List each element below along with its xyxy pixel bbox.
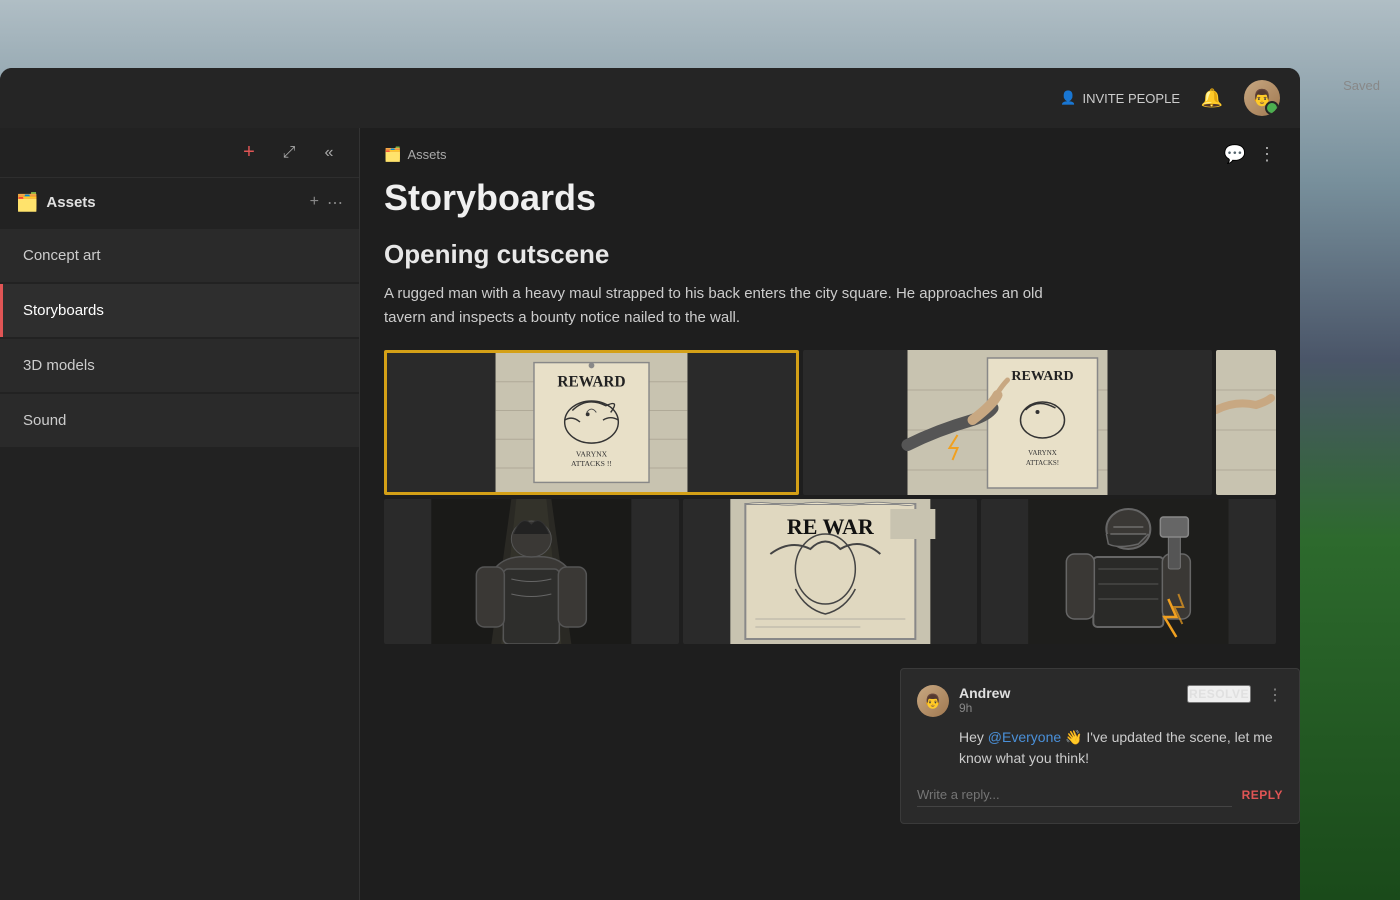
- collapse-button[interactable]: «: [315, 139, 343, 167]
- comment-author-name: Andrew: [959, 685, 1177, 701]
- app-container: 👤 INVITE PEOPLE 🔔 👨 + ⤢ « 🗂️ Assets + ⋯: [0, 68, 1300, 900]
- assets-icon: 🗂️: [16, 192, 38, 213]
- resolve-button[interactable]: RESOLVE: [1187, 685, 1251, 703]
- nav-item-label: Sound: [23, 412, 66, 429]
- svg-text:REWARD: REWARD: [557, 374, 625, 391]
- content-header: 🗂️ Assets 💬 ⋮: [360, 128, 1300, 165]
- storyboard-cell-6[interactable]: [981, 499, 1276, 644]
- nav-item-label: Storyboards: [23, 302, 104, 319]
- comment-time: 9h: [959, 701, 1177, 715]
- sidebar-item-concept-art[interactable]: Concept art: [0, 229, 359, 282]
- comment-mention[interactable]: @Everyone: [988, 729, 1061, 745]
- sidebar-toolbar: + ⤢ «: [0, 128, 359, 178]
- content-body: Storyboards Opening cutscene A rugged ma…: [360, 165, 1300, 900]
- user-avatar[interactable]: 👨: [1244, 80, 1280, 116]
- storyboard-cell-3[interactable]: [1216, 350, 1276, 495]
- sidebar-assets-title: Assets: [46, 194, 301, 211]
- sidebar-section-actions: + ⋯: [310, 193, 343, 213]
- main-content: 🗂️ Assets 💬 ⋮ Storyboards Opening cutsce…: [360, 128, 1300, 900]
- comment-meta: Andrew 9h: [959, 685, 1177, 715]
- page-title: Storyboards: [384, 177, 1276, 219]
- comment-action-button[interactable]: 💬: [1224, 144, 1246, 165]
- saved-label: Saved: [1343, 78, 1380, 93]
- nav-item-label: 3D models: [23, 357, 95, 374]
- sidebar-item-3d-models[interactable]: 3D models: [0, 339, 359, 392]
- svg-text:ATTACKS !!: ATTACKS !!: [571, 459, 612, 468]
- sidebar-item-storyboards[interactable]: Storyboards: [0, 284, 359, 337]
- app-header: 👤 INVITE PEOPLE 🔔 👨: [0, 68, 1300, 128]
- breadcrumb: 🗂️ Assets: [384, 146, 446, 163]
- breadcrumb-icon: 🗂️: [384, 146, 401, 163]
- notification-button[interactable]: 🔔: [1196, 82, 1228, 114]
- sidebar-nav: Concept art Storyboards 3D models Sound: [0, 227, 359, 900]
- reply-button[interactable]: REPLY: [1242, 788, 1283, 802]
- comment-panel: 👨 Andrew 9h RESOLVE ⋮ Hey @Everyone 👋 I'…: [900, 668, 1300, 824]
- invite-label: INVITE PEOPLE: [1082, 91, 1180, 106]
- storyboard-cell-5[interactable]: RE WAR: [683, 499, 978, 644]
- breadcrumb-label: Assets: [407, 147, 446, 162]
- comment-body: Hey @Everyone 👋 I've updated the scene, …: [917, 727, 1283, 769]
- section-more-button[interactable]: ⋯: [327, 193, 343, 213]
- svg-text:REWARD: REWARD: [1011, 369, 1073, 384]
- storyboard-row-1: REWARD VARYNX ATTACKS !!: [384, 350, 1276, 495]
- bell-icon: 🔔: [1201, 88, 1223, 109]
- svg-text:VARYNX: VARYNX: [576, 450, 608, 459]
- more-action-button[interactable]: ⋮: [1258, 144, 1276, 165]
- reply-input[interactable]: [917, 783, 1232, 807]
- sidebar: + ⤢ « 🗂️ Assets + ⋯ Concept art Storyboa…: [0, 128, 360, 900]
- sidebar-item-sound[interactable]: Sound: [0, 394, 359, 447]
- app-body: + ⤢ « 🗂️ Assets + ⋯ Concept art Storyboa…: [0, 128, 1300, 900]
- sidebar-section-header: 🗂️ Assets + ⋯: [0, 178, 359, 227]
- comment-more-button[interactable]: ⋮: [1267, 685, 1283, 705]
- section-add-button[interactable]: +: [310, 193, 319, 213]
- content-actions: 💬 ⋮: [1224, 144, 1276, 165]
- invite-people-button[interactable]: 👤 INVITE PEOPLE: [1060, 90, 1180, 106]
- comment-header: 👨 Andrew 9h RESOLVE ⋮: [917, 685, 1283, 717]
- svg-text:VARYNX: VARYNX: [1028, 449, 1057, 457]
- storyboard-cell-4[interactable]: [384, 499, 679, 644]
- storyboard-cell-1[interactable]: REWARD VARYNX ATTACKS !!: [384, 350, 799, 495]
- comment-author-avatar: 👨: [917, 685, 949, 717]
- nav-item-label: Concept art: [23, 247, 101, 264]
- comment-wave: 👋: [1061, 729, 1082, 745]
- expand-button[interactable]: ⤢: [275, 139, 303, 167]
- invite-icon: 👤: [1060, 90, 1076, 106]
- avatar-face: 👨: [1244, 80, 1280, 116]
- add-button[interactable]: +: [235, 139, 263, 167]
- comment-reply-area: REPLY: [917, 783, 1283, 807]
- storyboard-row-2: RE WAR: [384, 499, 1276, 644]
- svg-text:ATTACKS!: ATTACKS!: [1026, 459, 1059, 467]
- description-text: A rugged man with a heavy maul strapped …: [384, 282, 1084, 330]
- section-title: Opening cutscene: [384, 239, 1276, 270]
- comment-pre-text: Hey: [959, 729, 988, 745]
- storyboard-cell-2[interactable]: REWARD VARYNX ATTACKS!: [803, 350, 1212, 495]
